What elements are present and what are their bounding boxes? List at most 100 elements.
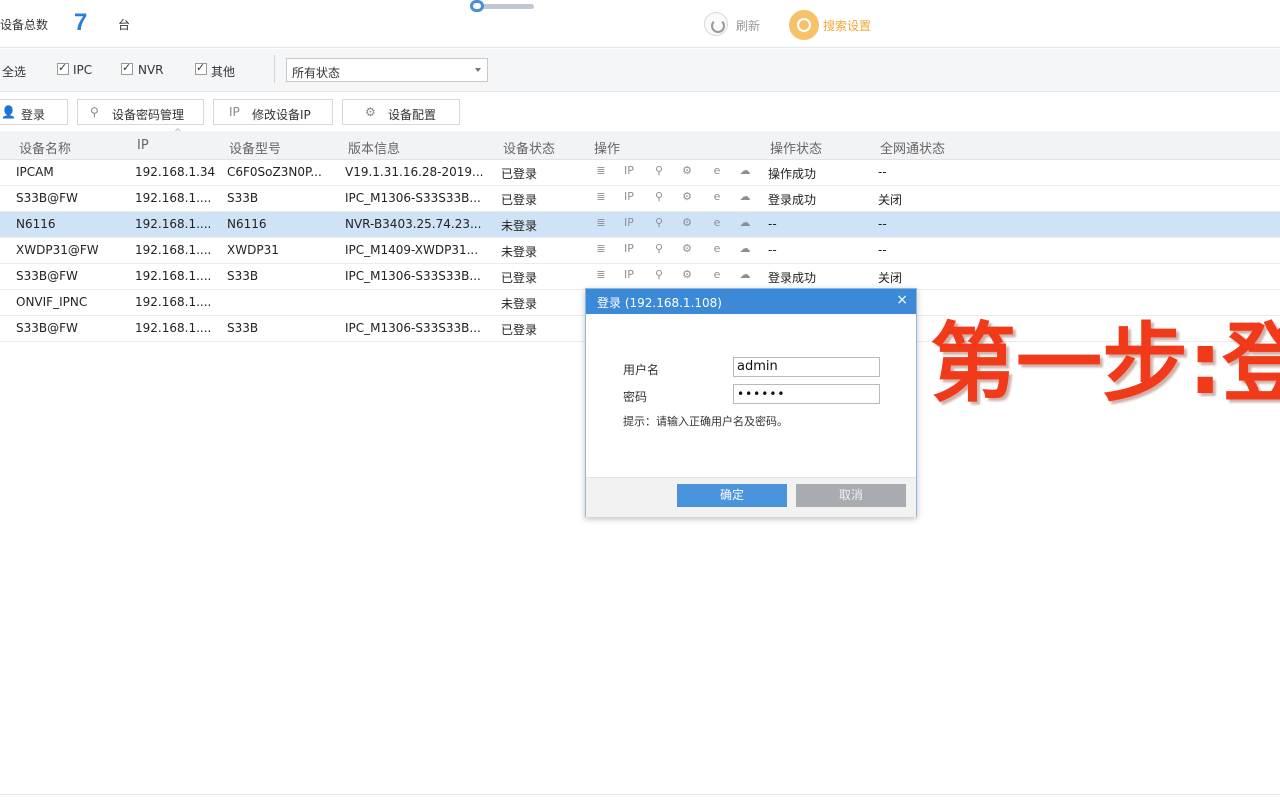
chevron-down-icon [475, 68, 481, 72]
key-icon[interactable]: ⚲ [652, 268, 666, 282]
col-net-status[interactable]: 全网通状态 [880, 138, 945, 157]
table-row[interactable]: S33B@FW 192.168.1.... S33B IPC_M1306-S33S33… [0, 264, 1280, 290]
password-field[interactable]: •••••• [733, 384, 880, 404]
gear-icon[interactable]: ⚙ [680, 216, 694, 230]
cloud-icon[interactable]: ☁ [738, 164, 752, 178]
refresh-icon[interactable] [704, 12, 728, 36]
browser-icon[interactable]: e [710, 268, 724, 282]
ipc-checkbox[interactable] [57, 61, 69, 75]
cell-device-name: S33B@FW [16, 269, 78, 283]
login-button-label: 登录 [21, 108, 46, 122]
modify-ip-button[interactable]: IP 修改设备IP [213, 99, 333, 125]
password-manage-button[interactable]: ⚲ 设备密码管理 [77, 99, 204, 125]
refresh-button[interactable]: 刷新 [736, 17, 760, 34]
table-row[interactable]: IPCAM 192.168.1.34 C6F0SoZ3N0P... V19.1.31.… [0, 160, 1280, 186]
col-ip[interactable]: IP [137, 138, 149, 153]
key-icon[interactable]: ⚲ [652, 164, 666, 178]
col-device-name[interactable]: 设备名称 [19, 138, 71, 157]
gear-icon[interactable]: ⚙ [680, 242, 694, 256]
key-icon[interactable]: ⚲ [652, 190, 666, 204]
ip-icon[interactable]: IP [622, 190, 636, 204]
cell-status: 未登录 [501, 219, 538, 233]
cell-status: 已登录 [501, 271, 538, 285]
other-checkbox[interactable] [195, 61, 207, 75]
key-icon[interactable]: ⚲ [652, 216, 666, 230]
gear-icon[interactable]: ⚙ [680, 268, 694, 282]
cell-net-status: -- [878, 217, 887, 231]
browser-icon[interactable]: e [710, 216, 724, 230]
browser-icon[interactable]: e [710, 190, 724, 204]
browser-icon[interactable]: e [710, 164, 724, 178]
cell-ip: 192.168.1.34 [135, 165, 216, 179]
ip-icon[interactable]: IP [622, 216, 636, 230]
ip-icon[interactable]: IP [622, 164, 636, 178]
cell-model: C6F0SoZ3N0P... [227, 165, 322, 179]
col-status[interactable]: 设备状态 [503, 138, 555, 157]
top-header: 设备总数 7 台 刷新 搜索设置 [0, 0, 1280, 48]
ip-icon: IP [229, 105, 240, 119]
search-settings-button[interactable]: 搜索设置 [823, 17, 871, 34]
username-field[interactable]: admin [733, 357, 880, 377]
cell-status: 已登录 [501, 323, 538, 337]
device-config-button[interactable]: ⚙ 设备配置 [342, 99, 460, 125]
cell-device-name: IPCAM [16, 165, 54, 179]
table-header: 设备名称 IP ^ 设备型号 版本信息 设备状态 操作 操作状态 全网通状态 [0, 128, 1280, 160]
select-all-label[interactable]: 全选 [2, 63, 26, 80]
gear-icon[interactable]: ⚙ [680, 190, 694, 204]
tutorial-caption: 第一步:登 [930, 316, 1280, 414]
cell-device-name: XWDP31@FW [16, 243, 99, 257]
cell-ip: 192.168.1.... [135, 191, 212, 205]
cloud-icon[interactable]: ☁ [738, 242, 752, 256]
cloud-icon[interactable]: ☁ [738, 268, 752, 282]
key-icon: ⚲ [90, 105, 99, 119]
zoom-slider-handle[interactable] [470, 0, 484, 12]
ok-button[interactable]: 确定 [677, 484, 787, 507]
gear-icon[interactable]: ⚙ [680, 164, 694, 178]
cell-op-status: 操作成功 [768, 167, 817, 181]
password-label: 密码 [623, 390, 648, 404]
status-select-value: 所有状态 [292, 66, 341, 80]
nvr-checkbox[interactable] [121, 61, 133, 75]
cell-device-name: ONVIF_IPNC [16, 295, 88, 309]
detail-icon[interactable]: ≣ [594, 164, 608, 178]
ip-icon[interactable]: IP [622, 242, 636, 256]
cell-version: NVR-B3403.25.74.23... [345, 217, 482, 231]
cloud-icon[interactable]: ☁ [738, 190, 752, 204]
filter-divider [274, 55, 275, 83]
gear-icon: ⚙ [365, 105, 376, 119]
login-button[interactable]: 👤 登录 [0, 99, 68, 125]
detail-icon[interactable]: ≣ [594, 242, 608, 256]
cell-device-name: S33B@FW [16, 321, 78, 335]
cell-status: 已登录 [501, 193, 538, 207]
detail-icon[interactable]: ≣ [594, 216, 608, 230]
col-model[interactable]: 设备型号 [229, 138, 281, 157]
close-icon[interactable]: × [896, 292, 908, 308]
cloud-icon[interactable]: ☁ [738, 216, 752, 230]
browser-icon[interactable]: e [710, 242, 724, 256]
detail-icon[interactable]: ≣ [594, 190, 608, 204]
dialog-title-bar: 登录 (192.168.1.108) × [586, 289, 916, 314]
dialog-title: 登录 (192.168.1.108) [597, 296, 722, 310]
cell-op-status: -- [768, 217, 777, 231]
key-icon[interactable]: ⚲ [652, 242, 666, 256]
table-row[interactable]: S33B@FW 192.168.1.... S33B IPC_M1306-S33S33… [0, 186, 1280, 212]
status-select[interactable]: 所有状态 [286, 58, 488, 82]
cell-model: S33B [227, 269, 259, 283]
table-row[interactable]: XWDP31@FW 192.168.1.... XWDP31 IPC_M1409-XW… [0, 238, 1280, 264]
col-op-status[interactable]: 操作状态 [770, 138, 822, 157]
nvr-label: NVR [138, 63, 164, 77]
cell-model: S33B [227, 321, 259, 335]
col-version[interactable]: 版本信息 [348, 138, 400, 157]
cell-net-status: -- [878, 165, 887, 179]
filter-bar: 全选 IPC NVR 其他 所有状态 [0, 49, 1280, 92]
col-operation: 操作 [594, 142, 621, 157]
ip-icon[interactable]: IP [622, 268, 636, 282]
cancel-button[interactable]: 取消 [796, 484, 906, 507]
search-icon[interactable] [789, 10, 819, 40]
cell-version: IPC_M1306-S33S33B... [345, 321, 481, 335]
cell-version: IPC_M1306-S33S33B... [345, 191, 481, 205]
cell-net-status: 关闭 [878, 193, 903, 207]
detail-icon[interactable]: ≣ [594, 268, 608, 282]
password-manage-label: 设备密码管理 [112, 108, 185, 122]
table-row[interactable]: N6116 192.168.1.... N6116 NVR-B3403.25.74.2… [0, 212, 1280, 238]
